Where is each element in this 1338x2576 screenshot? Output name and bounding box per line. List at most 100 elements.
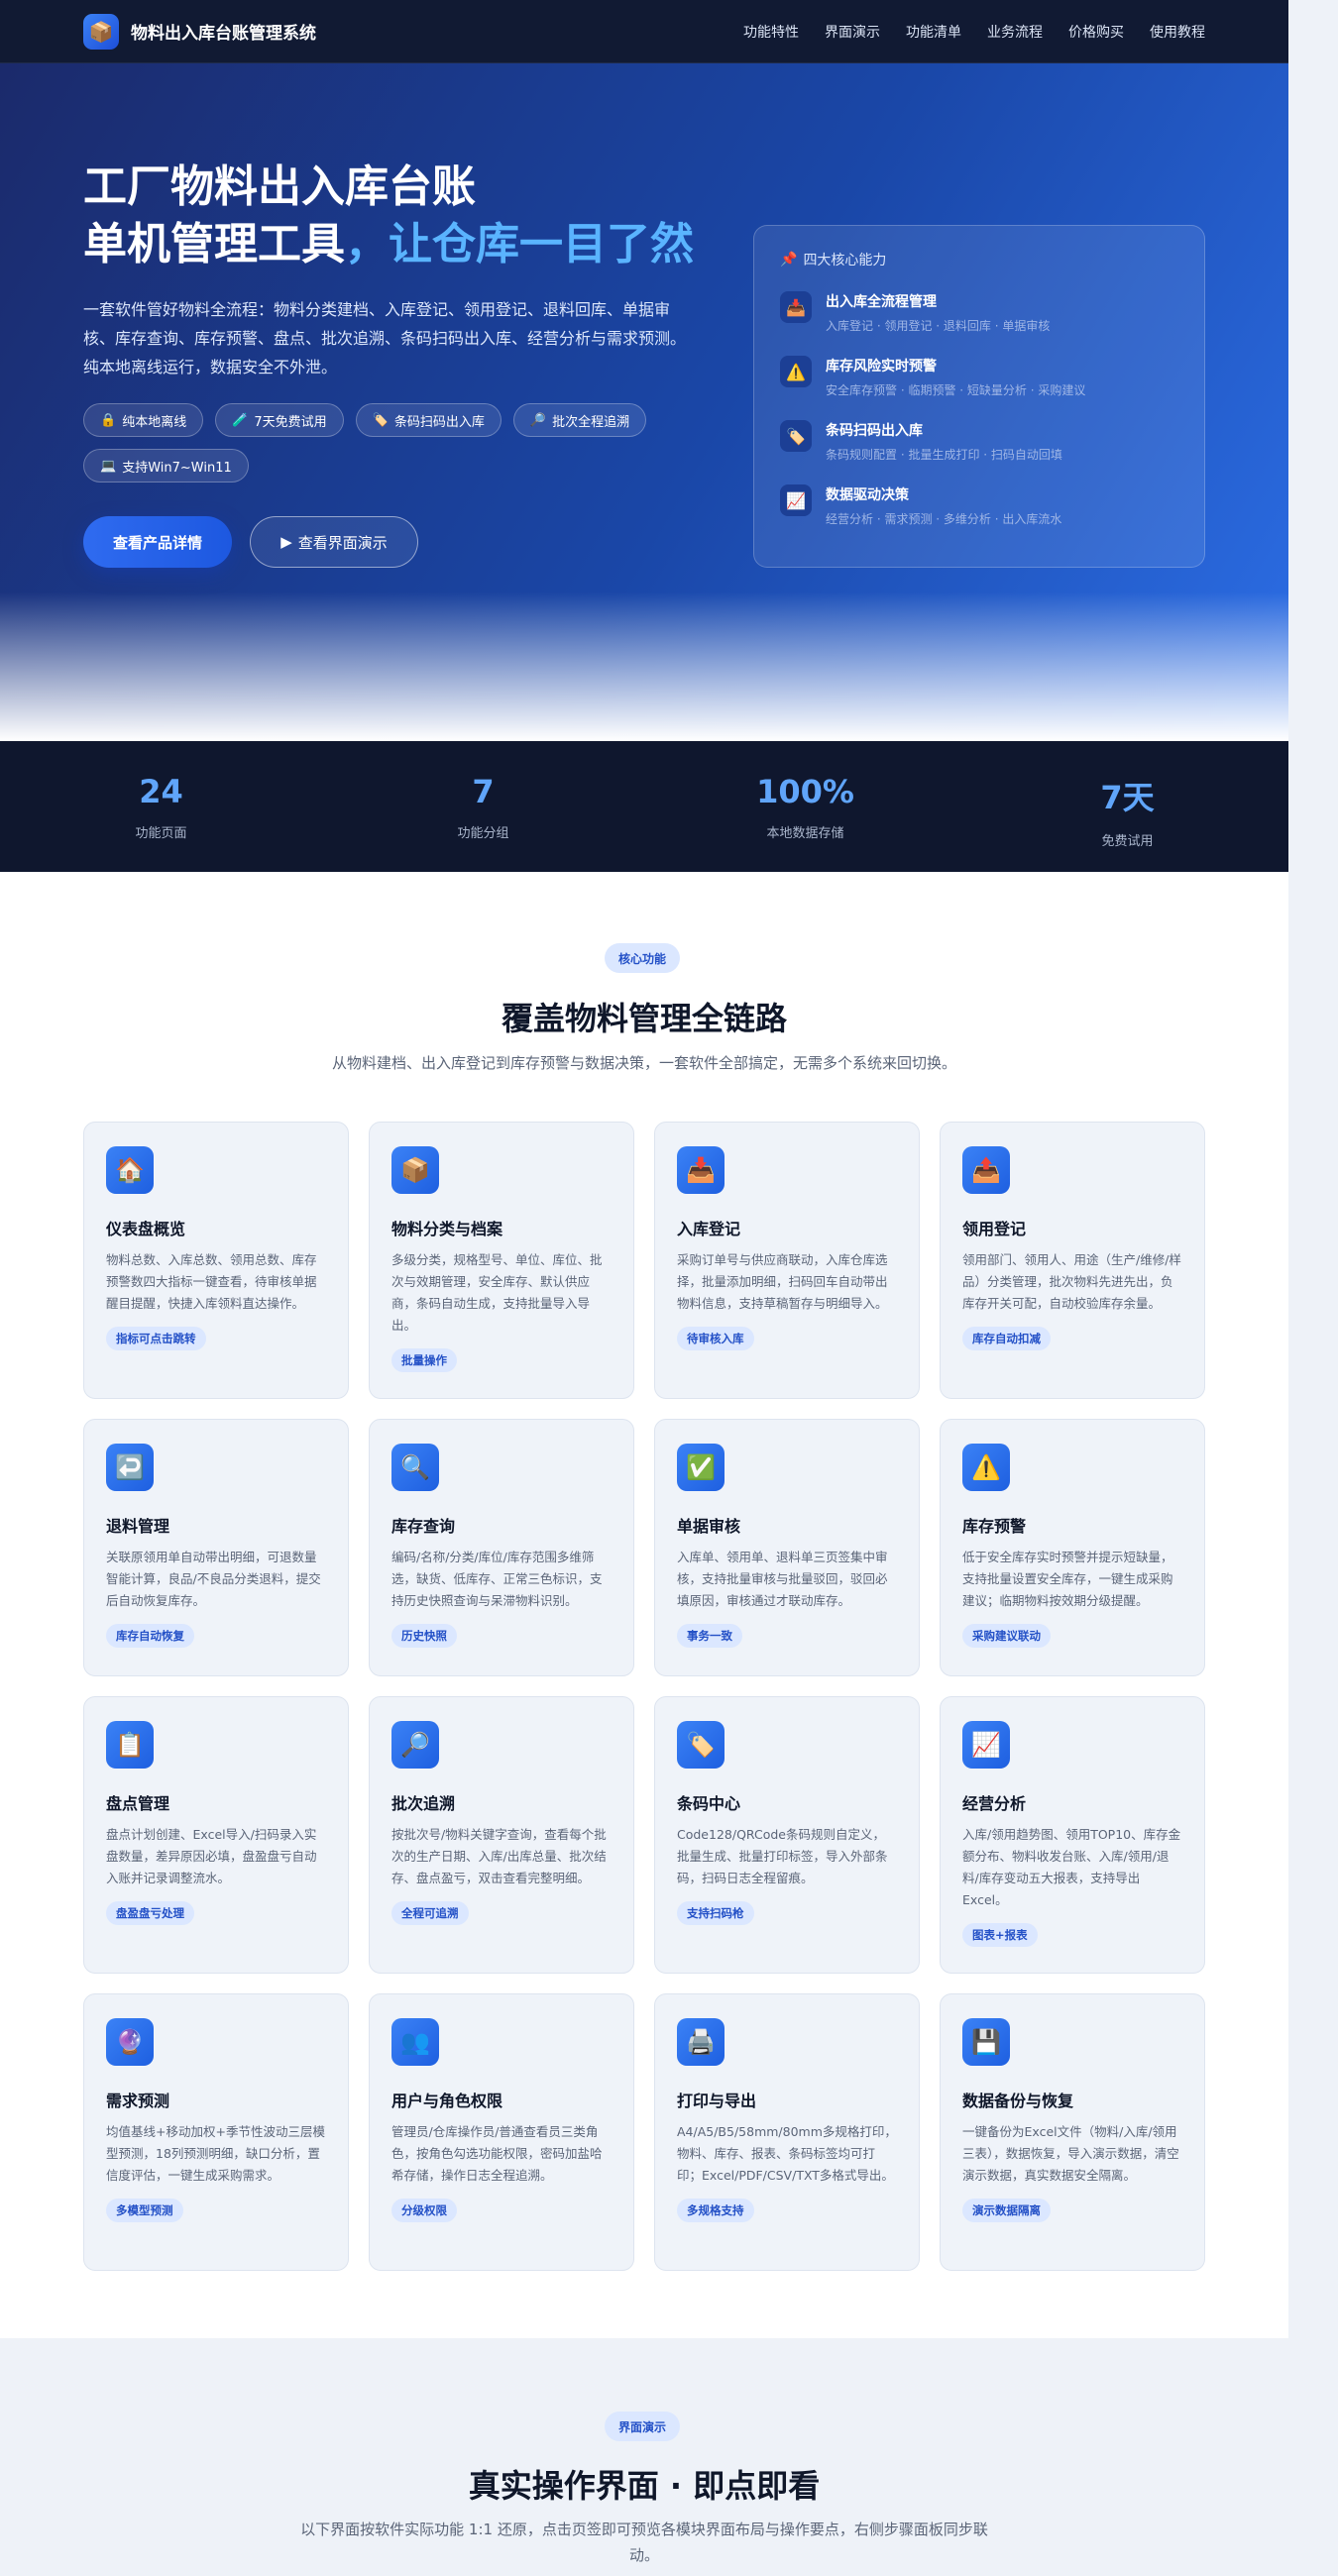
feature-card[interactable]: 📤 领用登记 领用部门、领用人、用途（生产/维修/样品）分类管理，批次物料先进先出，… [940,1122,1205,1399]
stat-value: 24 [139,773,183,810]
top-nav: 📦 物料出入库台账管理系统 功能特性 界面演示 功能清单 业务流程 价格购买 使… [0,0,1288,63]
feature-card-title: 盘点管理 [106,1794,170,1813]
stat-label: 本地数据存储 [766,826,844,841]
feature-card[interactable]: 👥 用户与角色权限 管理员/仓库操作员/普通查看员三类角色，按角色勾选功能权限，密码… [369,1993,634,2271]
nav-link-pricing[interactable]: 价格购买 [1068,22,1124,42]
home-icon: 🏠 [106,1146,154,1194]
search-icon: 🔍 [391,1444,439,1491]
feature-card-title: 需求预测 [106,2092,170,2110]
feature-card-tag: 事务一致 [677,1624,742,1648]
feature-card-desc: 低于安全库存实时预警并提示短缺量，支持批量设置安全库存，一键生成采购建议；临期物… [962,1550,1173,1608]
feature-card-title: 库存查询 [391,1517,456,1536]
nav-link-features[interactable]: 功能特性 [743,22,799,42]
demo-section: 界面演示 真实操作界面 · 即点即看 以下界面按软件实际功能 1:1 还原，点击… [0,2338,1288,2576]
capability-title: 库存风险实时预警 [826,359,937,375]
inbox-tray-icon: 📥 [780,291,812,323]
chip-label: 条码扫码出入库 [393,414,485,430]
feature-card[interactable]: 💾 数据备份与恢复 一键备份为Excel文件（物料/入库/领用三表），数据恢复，导入… [940,1993,1205,2271]
feature-card-title: 打印与导出 [677,2092,757,2110]
chip-barcode: 🏷️ 条码扫码出入库 [355,403,502,437]
feature-card-title: 仪表盘概览 [106,1220,186,1238]
feature-card-tag: 采购建议联动 [962,1624,1051,1648]
chip-offline: 🔒 纯本地离线 [83,403,204,437]
nav-link-tutorial[interactable]: 使用教程 [1150,22,1205,42]
clipboard-icon: 📋 [106,1721,154,1769]
feature-card-title: 入库登记 [677,1220,741,1238]
feature-card-tag: 待审核入库 [677,1327,754,1350]
users-icon: 👥 [391,2018,439,2066]
feature-card[interactable]: 📈 经营分析 入库/领用趋势图、领用TOP10、库存金额分布、物料收发台账、入库/领… [940,1696,1205,1974]
return-arrow-icon: ↩️ [106,1444,154,1491]
feature-card-title: 领用登记 [962,1220,1027,1238]
feature-card-desc: 均值基线+移动加权+季节性波动三层模型预测，18列预测明细，缺口分析，置信度评估… [106,2124,325,2183]
capability-sub: 条码规则配置 · 批量生成打印 · 扫码自动回填 [826,448,1062,462]
feature-card[interactable]: 🏷️ 条码中心 Code128/QRCode条码规则自定义，批量生成、批量打印标签，… [654,1696,920,1974]
feature-card-title: 条码中心 [677,1794,741,1813]
tag-icon: 🏷️ [780,420,812,452]
capability-title: 数据驱动决策 [826,487,909,503]
feature-card[interactable]: ⚠️ 库存预警 低于安全库存实时预警并提示短缺量，支持批量设置安全库存，一键生成采购… [940,1419,1205,1676]
chart-icon: 📈 [962,1721,1010,1769]
laptop-icon: 💻 [100,458,117,474]
capabilities-header: 📌 四大核心能力 [780,250,1178,269]
demo-subtitle: 以下界面按软件实际功能 1:1 还原，点击页签即可预览各模块界面布局与操作要点，… [300,2521,988,2564]
warning-icon: ⚠️ [962,1444,1010,1491]
chart-icon: 📈 [780,484,812,516]
hero-title-line2: 单机管理工具 [83,219,345,269]
feature-card-title: 批次追溯 [391,1794,456,1813]
nav-link-demo[interactable]: 界面演示 [825,22,880,42]
brand[interactable]: 📦 物料出入库台账管理系统 [83,13,316,50]
capability-title: 条码扫码出入库 [826,423,923,439]
feature-card-desc: 一键备份为Excel文件（物料/入库/领用三表），数据恢复，导入演示数据，清空演… [962,2124,1179,2183]
demo-tag: 界面演示 [605,2412,681,2441]
capability-item: 🏷️ 条码扫码出入库条码规则配置 · 批量生成打印 · 扫码自动回填 [780,420,1178,463]
hero-title-line1: 工厂物料出入库台账 [83,161,476,212]
feature-card[interactable]: 📋 盘点管理 盘点计划创建、Excel导入/扫码录入实盘数量，差异原因必填，盘盈盘亏… [83,1696,349,1974]
feature-card[interactable]: 🔎 批次追溯 按批次号/物料关键字查询，查看每个批次的生产日期、入库/出库总量、批次… [369,1696,634,1974]
feature-card-desc: 采购订单号与供应商联动，入库仓库选择，批量添加明细，扫码回车自动带出物料信息，支… [677,1252,888,1311]
hero-description: 一套软件管好物料全流程：物料分类建档、入库登记、领用登记、退料回库、单据审核、库… [83,300,687,376]
stat-value: 7天 [1100,779,1155,816]
hero-title: 工厂物料出入库台账 单机管理工具，让仓库一目了然 [83,159,698,273]
warning-icon: ⚠️ [780,356,812,387]
feature-card-title: 单据审核 [677,1517,741,1536]
outbox-tray-icon: 📤 [962,1146,1010,1194]
tag-icon: 🏷️ [677,1721,725,1769]
inbox-tray-icon: 📥 [677,1146,725,1194]
chip-label: 支持Win7~Win11 [122,460,232,476]
feature-card-tag: 历史快照 [391,1624,457,1648]
check-mark-icon: ✅ [677,1444,725,1491]
feature-card-desc: 关联原领用单自动带出明细，可退数量智能计算，良品/不良品分类退料，提交后自动恢复… [106,1550,321,1608]
hero-title-accent: ，让仓库一目了然 [345,219,694,269]
feature-card-tag: 库存自动扣减 [962,1327,1051,1350]
capability-title: 出入库全流程管理 [826,294,937,310]
feature-card-desc: 入库单、领用单、退料单三页签集中审核，支持批量审核与批量驳回，驳回必填原因，审核… [677,1550,888,1608]
feature-card[interactable]: 📦 物料分类与档案 多级分类，规格型号、单位、库位、批次与效期管理，安全库存、默认供… [369,1122,634,1399]
stat-label: 免费试用 [1101,834,1154,849]
view-demo-button[interactable]: ▶ 查看界面演示 [250,516,418,568]
feature-card[interactable]: 🔮 需求预测 均值基线+移动加权+季节性波动三层模型预测，18列预测明细，缺口分析，… [83,1993,349,2271]
feature-card[interactable]: ✅ 单据审核入库单、领用单、退料单三页签集中审核，支持批量审核与批量驳回，驳回必填… [654,1419,920,1676]
printer-icon: 🖨️ [677,2018,725,2066]
magnifier-icon: 🔎 [529,412,547,428]
feature-card[interactable]: ↩️ 退料管理 关联原领用单自动带出明细，可退数量智能计算，良品/不良品分类退料，提… [83,1419,349,1676]
nav-link-list[interactable]: 功能清单 [906,22,961,42]
feature-card-tag: 指标可点击跳转 [106,1327,206,1350]
floppy-disk-icon: 💾 [962,2018,1010,2066]
feature-card-desc: 多级分类，规格型号、单位、库位、批次与效期管理，安全库存、默认供应商，条码自动生… [391,1252,603,1333]
nav-link-process[interactable]: 业务流程 [987,22,1043,42]
feature-card[interactable]: 📥 入库登记采购订单号与供应商联动，入库仓库选择，批量添加明细，扫码回车自动带出物… [654,1122,920,1399]
pin-icon: 📌 [780,252,798,268]
page: 📦 物料出入库台账管理系统 功能特性 界面演示 功能清单 业务流程 价格购买 使… [0,0,1288,2576]
capability-sub: 入库登记 · 领用登记 · 退料回库 · 单据审核 [826,319,1051,333]
stat-pages: 24 功能页面 [0,741,322,872]
feature-card[interactable]: 🔍 库存查询 编码/名称/分类/库位/库存范围多维筛选，缺货、低库存、正常三色标识，… [369,1419,634,1676]
features-tag: 核心功能 [605,943,681,973]
chip-label: 7天免费试用 [254,414,327,430]
capability-item: ⚠️ 库存风险实时预警 安全库存预警 · 临期预警 · 短缺量分析 · 采购建议 [780,356,1178,398]
feature-card[interactable]: 🖨️ 打印与导出 A4/A5/B5/58mm/80mm多规格打印，物料、库存、报表、… [654,1993,920,2271]
feature-card[interactable]: 🏠 仪表盘概览 物料总数、入库总数、领用总数、库存预警数四大指标一键查看，待审核单据… [83,1122,349,1399]
hero-left: 工厂物料出入库台账 单机管理工具，让仓库一目了然 一套软件管好物料全流程：物料分… [83,159,698,568]
product-detail-button[interactable]: 查看产品详情 [83,516,232,568]
feature-card-desc: 入库/领用趋势图、领用TOP10、库存金额分布、物料收发台账、入库/领用/退料/… [962,1827,1181,1907]
